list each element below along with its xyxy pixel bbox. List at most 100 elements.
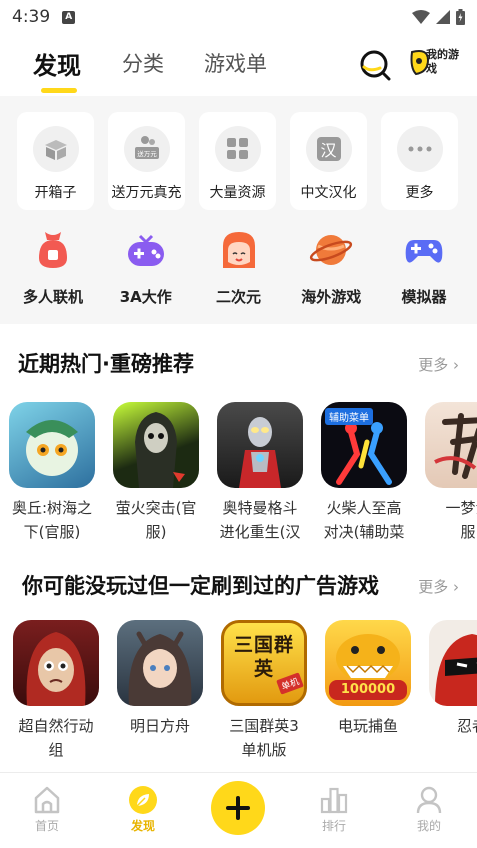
category-multiplayer[interactable]: 多人联机	[12, 214, 94, 324]
game-icon-fishing: 100000	[325, 620, 411, 706]
ranking-bars-icon	[320, 787, 348, 814]
yinghuo-art	[135, 412, 185, 488]
game-card[interactable]: 奥丘:树海之 下(官服)	[0, 402, 104, 544]
bottom-tab-discover[interactable]: 发现	[113, 785, 173, 834]
game-name-line2: 组	[48, 741, 64, 759]
quick-link-icon-bg	[32, 126, 79, 172]
game-row: 奥丘:树海之 下(官服) 萤火突击(官 服) 奥特曼格斗 进化重生(汉 辅助菜单	[0, 402, 477, 544]
helper-menu-badge: 辅助菜单	[325, 408, 373, 425]
search-button[interactable]	[358, 48, 392, 82]
game-name: 萤火突击(官	[115, 499, 197, 517]
status-icons	[412, 9, 465, 25]
game-icon-aoqiu	[9, 402, 95, 488]
game-name: 超自然行动	[18, 717, 94, 735]
discover-content[interactable]: 开箱子 送万元 送万元真充 大量资源 汉 中文汉化 更多 多人联机 3A大作 二…	[0, 96, 477, 772]
game-icon-yimeng	[425, 402, 477, 488]
quick-link-label: 大量资源	[209, 185, 266, 201]
yimeng-art	[434, 413, 477, 479]
active-tab-indicator	[41, 88, 77, 93]
category-row: 多人联机 3A大作 二次元 海外游戏 模拟器	[0, 214, 477, 324]
bottom-tab-home[interactable]: 首页	[17, 785, 77, 834]
home-icon	[34, 786, 60, 814]
game-name-line2: 对决(辅助菜	[323, 523, 405, 541]
tab-game-list[interactable]: 游戏单	[204, 48, 267, 78]
multiplayer-icon	[39, 232, 67, 268]
han-icon: 汉	[316, 137, 341, 161]
plus-icon	[226, 796, 250, 820]
tab-category[interactable]: 分类	[122, 48, 164, 78]
discover-leaf-icon	[129, 786, 157, 814]
quick-links: 开箱子 送万元 送万元真充 大量资源 汉 中文汉化 更多	[0, 96, 477, 214]
section-ad-games: 你可能没玩过但一定刷到过的广告游戏 更多 › 超自然行动 组 明日方舟 三国群英	[0, 544, 477, 772]
section-hot: 近期热门·重磅推荐 更多 › 奥丘:树海之 下(官服) 萤火突击(官 服) 奥特…	[0, 324, 477, 544]
supernatural-art	[26, 632, 86, 706]
aoqiu-art	[26, 420, 78, 476]
category-label: 海外游戏	[301, 288, 362, 306]
category-overseas[interactable]: 海外游戏	[290, 214, 372, 324]
bottom-tab-label: 我的	[416, 819, 441, 833]
quick-link-label: 中文汉化	[300, 185, 357, 201]
game-card[interactable]: 一梦江 服	[416, 402, 477, 544]
section-more-link[interactable]: 更多 ›	[418, 576, 459, 597]
notification-a-icon: A	[62, 10, 76, 24]
my-games-button[interactable]: 我的游戏	[408, 42, 460, 84]
bottom-tab-label: 首页	[34, 819, 59, 833]
category-emulator[interactable]: 模拟器	[383, 214, 465, 324]
category-3a[interactable]: 3A大作	[105, 214, 187, 324]
gift-money-icon: 送万元	[134, 136, 159, 159]
quick-link-recharge[interactable]: 送万元 送万元真充	[108, 112, 185, 210]
bottom-navigation: 首页 发现 排行 我的	[0, 772, 477, 848]
section-more-link[interactable]: 更多 ›	[418, 354, 459, 375]
quick-link-more[interactable]: 更多	[381, 112, 458, 210]
status-time: 4:39	[12, 7, 51, 27]
category-label: 模拟器	[401, 288, 447, 306]
category-anime[interactable]: 二次元	[198, 214, 280, 324]
game-card[interactable]: 忍者	[420, 620, 477, 762]
bottom-tab-label: 发现	[130, 819, 155, 833]
more-label: 更多	[418, 356, 449, 374]
game-name: 忍者	[456, 717, 477, 735]
emulator-gamepad-icon	[405, 240, 443, 263]
game-card[interactable]: 萤火突击(官 服)	[104, 402, 208, 544]
ninja-art	[435, 634, 477, 706]
game-icon-arknights	[117, 620, 203, 706]
game-name-line2: 进化重生(汉	[219, 523, 301, 541]
category-label: 多人联机	[22, 288, 83, 306]
game-card[interactable]: 超自然行动 组	[4, 620, 108, 762]
category-label: 3A大作	[119, 288, 172, 306]
more-dots-icon	[408, 146, 431, 152]
my-games-label: 我的游戏	[426, 48, 459, 75]
fishing-number-art: 100000	[329, 680, 407, 700]
game-card[interactable]: 辅助菜单 火柴人至高 对决(辅助菜	[312, 402, 416, 544]
game-card[interactable]: 100000 电玩捕鱼	[316, 620, 420, 762]
box-icon	[44, 140, 67, 160]
game-icon-stickman: 辅助菜单	[321, 402, 407, 488]
section-title: 近期热门·重磅推荐	[18, 352, 194, 376]
section-title: 你可能没玩过但一定刷到过的广告游戏	[22, 574, 379, 598]
planet-icon	[310, 235, 353, 265]
cell-signal-icon	[436, 10, 450, 24]
profile-icon	[416, 786, 442, 814]
top-navigation: 发现 分类 游戏单 我的游戏	[0, 34, 477, 96]
game-card[interactable]: 明日方舟	[108, 620, 212, 762]
tab-discover[interactable]: 发现	[33, 46, 81, 81]
game-icon-sanguo: 三国群英 单机	[221, 620, 307, 706]
quick-link-open-box[interactable]: 开箱子	[17, 112, 94, 210]
add-button[interactable]	[211, 781, 265, 835]
game-name-line2: 服	[460, 523, 476, 541]
game-card[interactable]: 三国群英 单机 三国群英3 单机版	[212, 620, 316, 762]
quick-link-chinese[interactable]: 汉 中文汉化	[290, 112, 367, 210]
chevron-right-icon: ›	[448, 356, 459, 374]
bottom-tab-ranking[interactable]: 排行	[304, 785, 364, 834]
game-name-line2: 单机版	[241, 741, 287, 759]
bottom-tab-profile[interactable]: 我的	[399, 785, 459, 834]
gamepad-3a-icon	[127, 234, 164, 266]
quick-link-resources[interactable]: 大量资源	[199, 112, 276, 210]
game-name: 火柴人至高	[326, 499, 402, 517]
game-icon-supernatural	[13, 620, 99, 706]
bottom-tab-label: 排行	[321, 819, 346, 833]
game-card[interactable]: 奥特曼格斗 进化重生(汉	[208, 402, 312, 544]
wifi-icon	[412, 10, 430, 24]
ultraman-art	[239, 417, 281, 488]
game-name: 奥特曼格斗	[222, 499, 298, 517]
